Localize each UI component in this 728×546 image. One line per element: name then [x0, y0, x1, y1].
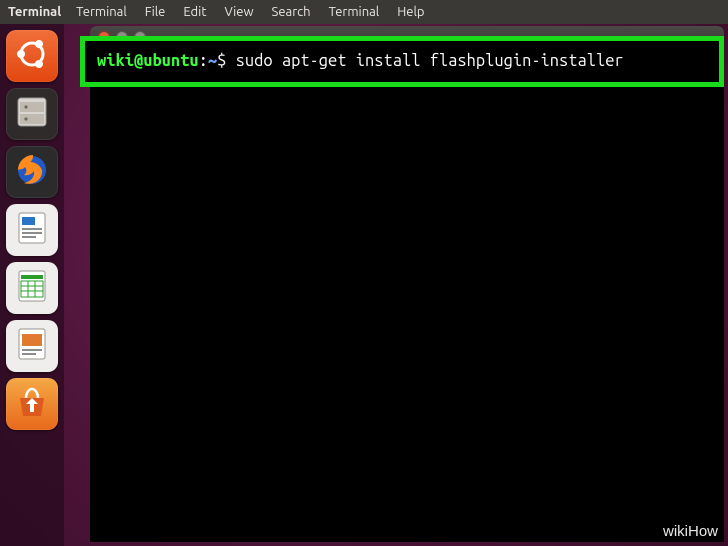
- firefox-icon: [12, 150, 52, 194]
- menu-search[interactable]: Search: [272, 5, 311, 19]
- writer-icon: [12, 208, 52, 252]
- launcher-software-center[interactable]: [6, 378, 58, 430]
- prompt-colon: :: [199, 52, 208, 70]
- launcher-firefox[interactable]: [6, 146, 58, 198]
- software-center-icon: [12, 382, 52, 426]
- calc-icon: [12, 266, 52, 310]
- ubuntu-desktop: Terminal Terminal File Edit View Search …: [0, 0, 728, 546]
- files-icon: [12, 92, 52, 136]
- launcher-calc[interactable]: [6, 262, 58, 314]
- prompt-path: ~: [208, 52, 217, 70]
- launcher-dash[interactable]: [6, 30, 58, 82]
- prompt-user-host: wiki@ubuntu: [97, 52, 199, 70]
- wikihow-watermark: wikiHow: [663, 523, 718, 540]
- terminal-window: [90, 26, 724, 542]
- menu-terminal[interactable]: Terminal: [76, 5, 127, 19]
- menu-file[interactable]: File: [145, 5, 166, 19]
- menu-view[interactable]: View: [224, 5, 253, 19]
- menu-edit[interactable]: Edit: [183, 5, 206, 19]
- launcher-writer[interactable]: [6, 204, 58, 256]
- launcher-files[interactable]: [6, 88, 58, 140]
- menubar-app-name: Terminal: [8, 5, 61, 19]
- ubuntu-dash-icon: [12, 34, 52, 78]
- impress-icon: [12, 324, 52, 368]
- prompt-symbol: $: [217, 52, 226, 70]
- terminal-body[interactable]: [90, 48, 724, 542]
- menu-terminal-2[interactable]: Terminal: [329, 5, 380, 19]
- highlighted-command: wiki@ubuntu:~$ sudo apt-get install flas…: [80, 36, 724, 87]
- command-text: sudo apt-get install flashplugin-install…: [236, 52, 624, 70]
- menu-help[interactable]: Help: [397, 5, 424, 19]
- launcher-impress[interactable]: [6, 320, 58, 372]
- unity-launcher: [0, 24, 64, 546]
- global-menubar: Terminal Terminal File Edit View Search …: [0, 0, 728, 24]
